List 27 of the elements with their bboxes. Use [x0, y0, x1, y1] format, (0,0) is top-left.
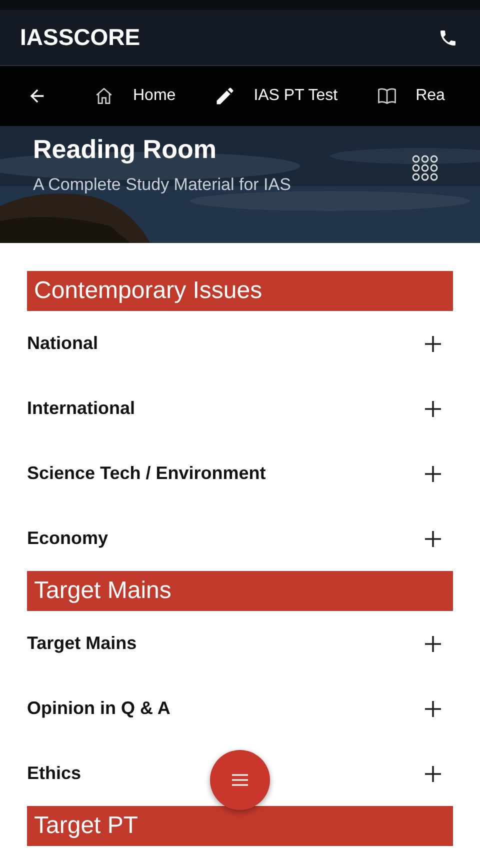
nav-item[interactable]: IAS PT Test [214, 85, 338, 107]
dots-grid-icon[interactable] [412, 155, 438, 181]
plus-icon[interactable] [425, 766, 441, 782]
app-title: IASSCORE [20, 24, 140, 51]
menu-fab[interactable] [210, 750, 270, 810]
plus-icon[interactable] [425, 336, 441, 352]
topic-label[interactable]: Opinion in Q & A [27, 698, 170, 719]
section-header: Target Mains [27, 571, 453, 611]
nav-item[interactable]: Home [93, 85, 176, 107]
topic-label[interactable]: Ethics [27, 763, 82, 784]
plus-icon[interactable] [425, 400, 441, 416]
section-header: Target PT [27, 806, 453, 846]
hero-subtitle: A Complete Study Material for IAS [33, 175, 291, 195]
topic-label[interactable]: International [27, 398, 136, 419]
topic-label[interactable]: Target Mains [27, 633, 137, 654]
topic-label[interactable]: National [27, 333, 98, 354]
topic-label[interactable]: Economy [27, 528, 108, 549]
topic-label[interactable]: Science Tech / Environment [27, 463, 266, 484]
plus-icon[interactable] [425, 466, 441, 482]
hero-title: Reading Room [33, 134, 216, 165]
section-header: Contemporary Issues [27, 271, 453, 311]
menu-icon [232, 774, 248, 786]
phone-icon[interactable] [438, 28, 458, 48]
plus-icon[interactable] [425, 530, 441, 546]
plus-icon[interactable] [425, 636, 441, 652]
plus-icon[interactable] [425, 700, 441, 716]
nav-item[interactable]: Rea [376, 85, 445, 107]
